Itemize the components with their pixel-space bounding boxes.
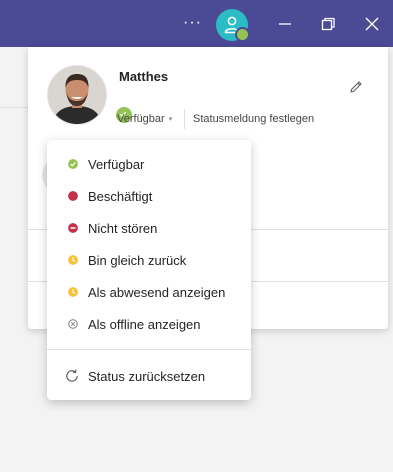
available-icon (68, 159, 78, 169)
reset-status-label: Status zurücksetzen (88, 369, 206, 384)
menu-item-label: Beschäftigt (88, 189, 153, 204)
menu-item-busy[interactable]: Beschäftigt (47, 180, 251, 212)
avatar-status-icon (235, 27, 250, 42)
profile-name: Matthes (119, 69, 169, 84)
background-divider (0, 107, 28, 108)
menu-item-label: Verfügbar (88, 157, 145, 172)
status-dropdown[interactable]: Verfügbar ▾ (117, 113, 172, 125)
offline-icon (68, 319, 78, 329)
menu-item-label: Als abwesend anzeigen (88, 285, 226, 300)
chevron-down-icon: ▾ (168, 116, 173, 123)
user-avatar-button[interactable] (216, 9, 250, 42)
maximize-icon[interactable] (318, 14, 338, 34)
status-separator (184, 109, 185, 129)
close-icon[interactable] (362, 14, 382, 34)
reset-status-button[interactable]: Status zurücksetzen (47, 360, 251, 392)
more-options-button[interactable]: ··· (183, 14, 202, 32)
menu-divider (47, 349, 251, 350)
minimize-icon[interactable] (275, 14, 295, 34)
be-right-back-icon (68, 255, 78, 265)
menu-item-offline[interactable]: Als offline anzeigen (47, 308, 251, 340)
menu-item-label: Als offline anzeigen (88, 317, 201, 332)
menu-item-label: Bin gleich zurück (88, 253, 187, 268)
away-icon (68, 287, 78, 297)
profile-photo[interactable] (47, 65, 107, 125)
set-status-message-link[interactable]: Statusmeldung festlegen (193, 113, 314, 125)
reset-icon (66, 369, 78, 382)
menu-item-available[interactable]: Verfügbar (47, 148, 251, 180)
status-menu: Verfügbar Beschäftigt Nicht stören Bin g… (47, 140, 251, 400)
status-dropdown-label: Verfügbar (117, 113, 165, 125)
edit-pencil-icon[interactable] (348, 79, 364, 95)
menu-item-away[interactable]: Als abwesend anzeigen (47, 276, 251, 308)
busy-icon (68, 191, 78, 201)
do-not-disturb-icon (68, 223, 78, 233)
title-bar: ··· (0, 0, 393, 47)
menu-item-label: Nicht stören (88, 221, 158, 236)
menu-item-do-not-disturb[interactable]: Nicht stören (47, 212, 251, 244)
menu-item-be-right-back[interactable]: Bin gleich zurück (47, 244, 251, 276)
